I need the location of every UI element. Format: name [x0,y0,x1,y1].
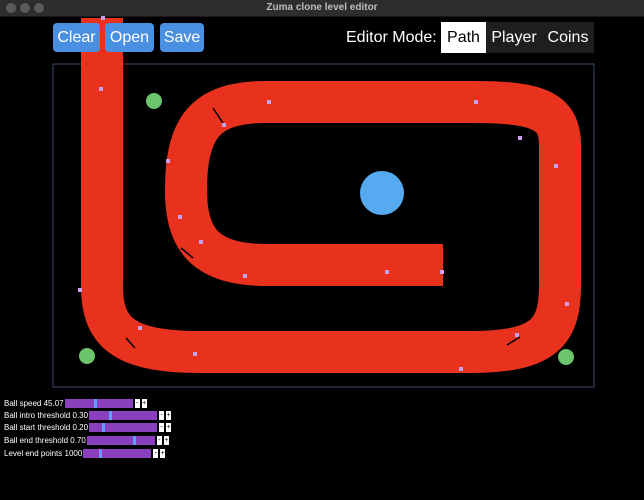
setting-value: 0.20 [72,423,89,432]
control-point[interactable] [267,100,271,104]
open-button[interactable]: Open [105,23,154,52]
setting-row-level-end-points: Level end points 1000 - + [4,448,166,459]
mode-coins-tab[interactable]: Coins [542,22,594,53]
control-point[interactable] [243,274,247,278]
setting-row-ball-end-threshold: Ball end threshold 0.70 - + [4,435,169,446]
slider-handle[interactable] [93,399,97,408]
control-point[interactable] [554,164,558,168]
setting-value: 0.70 [70,436,86,445]
setting-label: Ball intro threshold [4,411,71,420]
control-point[interactable] [440,270,444,274]
control-point[interactable] [385,270,389,274]
save-button[interactable]: Save [160,23,204,52]
decrement-button[interactable]: - [156,436,162,445]
level-path[interactable] [81,18,581,373]
control-point[interactable] [565,302,569,306]
editor-mode-label: Editor Mode: [346,29,437,46]
control-point[interactable] [222,123,226,127]
path-segment-divider [504,132,519,144]
decrement-button[interactable]: - [134,399,140,408]
control-point[interactable] [459,367,463,371]
increment-button[interactable]: + [163,436,169,445]
increment-button[interactable]: + [166,411,172,420]
mode-player-tab[interactable]: Player [486,22,542,53]
decrement-button[interactable]: - [159,423,165,432]
control-point[interactable] [99,87,103,91]
setting-label: Ball start threshold [4,423,71,432]
control-point[interactable] [78,288,82,292]
setting-value: 45.07 [43,399,64,408]
control-point[interactable] [193,352,197,356]
decrement-button[interactable]: - [153,449,159,458]
increment-button[interactable]: + [160,449,166,458]
editor-mode-selector: Path Player Coins [441,22,594,53]
control-point[interactable] [178,215,182,219]
setting-row-ball-speed: Ball speed 45.07 - + [4,398,147,409]
coin-marker[interactable] [146,93,162,109]
slider-handle[interactable] [109,411,113,420]
level-end-points-slider[interactable] [83,449,152,458]
slider-handle[interactable] [99,449,103,458]
coin-marker[interactable] [558,349,574,365]
control-point[interactable] [138,326,142,330]
setting-label: Ball speed [4,399,42,408]
path-control-points [78,16,569,371]
control-point[interactable] [474,100,478,104]
ball-end-threshold-slider[interactable] [86,436,155,445]
setting-row-ball-start-threshold: Ball start threshold 0.20 - + [4,422,172,433]
ball-start-threshold-slider[interactable] [89,423,158,432]
setting-label: Ball end threshold [4,436,69,445]
clear-button[interactable]: Clear [53,23,100,52]
control-point[interactable] [166,159,170,163]
increment-button[interactable]: + [141,399,147,408]
setting-row-ball-intro-threshold: Ball intro threshold 0.30 - + [4,410,172,421]
control-point[interactable] [101,16,105,20]
setting-label: Level end points [4,449,63,458]
player-marker[interactable] [360,171,404,215]
setting-value: 1000 [64,449,83,458]
control-point[interactable] [515,333,519,337]
slider-handle[interactable] [102,423,106,432]
coin-marker[interactable] [79,348,95,364]
decrement-button[interactable]: - [159,411,165,420]
control-point[interactable] [199,240,203,244]
control-point[interactable] [518,136,522,140]
setting-value: 0.30 [72,411,89,420]
ball-speed-slider[interactable] [64,399,133,408]
mode-path-tab[interactable]: Path [441,22,486,53]
slider-handle[interactable] [132,436,136,445]
ball-intro-threshold-slider[interactable] [89,411,158,420]
increment-button[interactable]: + [166,423,172,432]
